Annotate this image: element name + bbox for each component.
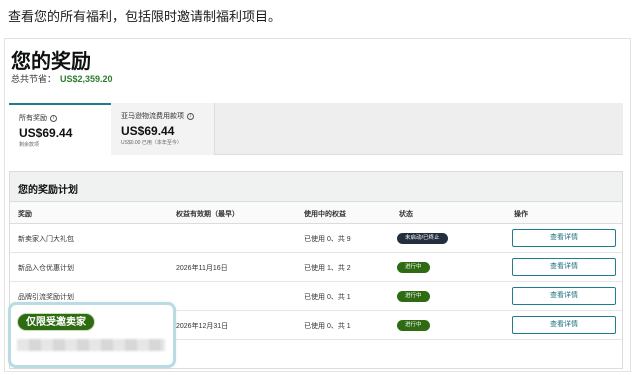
reward-usage: 已使用 1、共 2 [304, 265, 351, 272]
page-title: 您的奖励 [11, 51, 91, 73]
column-header-action: 操作 [514, 211, 528, 218]
reward-usage: 已使用 0、共 9 [304, 236, 351, 243]
reward-name: 品牌引流奖励计划 [18, 294, 74, 301]
invite-only-badge: 仅限受邀卖家 [17, 313, 95, 331]
info-icon[interactable]: i [50, 114, 57, 122]
column-header-usage: 使用中的权益 [304, 211, 346, 218]
tab-fba-fee-credits[interactable]: 亚马逊物流费用款项 i US$69.44 US$0.00 已用（本年至今） [111, 103, 215, 155]
reward-usage: 已使用 0、共 1 [304, 294, 351, 301]
status-badge: 未启动/已终止 [397, 233, 448, 244]
table-header: 奖励 权益有效期（最早） 使用中的权益 状态 操作 [10, 202, 622, 224]
column-header-validity: 权益有效期（最早） [176, 211, 239, 218]
tab-fba-fee-credits-label: 亚马逊物流费用款项 [121, 113, 184, 120]
tab-all-rewards-sub: 剩余款项 [19, 142, 40, 148]
rewards-tabs: 所有奖励 i US$69.44 剩余款项 亚马逊物流费用款项 i US$69.44 … [9, 103, 623, 155]
total-savings: 总共节省： US$2,359.20 [11, 72, 113, 85]
reward-name: 新品入仓优惠计划 [18, 265, 74, 272]
tab-fba-fee-credits-sub: US$0.00 已用（本年至今） [121, 140, 182, 146]
status-badge: 进行中 [397, 320, 430, 331]
view-details-button[interactable]: 查看详情 [512, 229, 616, 247]
reward-plans-header: 您的奖励计划 [10, 172, 622, 202]
column-header-status: 状态 [399, 211, 413, 218]
tab-all-rewards[interactable]: 所有奖励 i US$69.44 剩余款项 [9, 103, 111, 155]
blurred-text [17, 339, 165, 351]
savings-label: 总共节省： [11, 74, 57, 84]
reward-validity: 2026年11月16日 [176, 265, 228, 272]
table-row: 新品入仓优惠计划 2026年11月16日 已使用 1、共 2 进行中 查看详情 [10, 253, 622, 282]
tab-fba-fee-credits-amount: US$69.44 [121, 124, 175, 138]
table-row: 新卖家入门大礼包 已使用 0、共 9 未启动/已终止 查看详情 [10, 224, 622, 253]
view-details-button[interactable]: 查看详情 [512, 258, 616, 276]
page-caption: 查看您的所有福利，包括限时邀请制福利项目。 [8, 9, 282, 24]
tab-all-rewards-amount: US$69.44 [19, 126, 73, 140]
tab-all-rewards-label: 所有奖励 [19, 115, 47, 122]
reward-validity: 2026年12月31日 [176, 323, 229, 330]
info-icon[interactable]: i [187, 112, 194, 120]
column-header-reward: 奖励 [18, 211, 32, 218]
reward-plans-title: 您的奖励计划 [18, 185, 78, 196]
status-badge: 进行中 [397, 291, 430, 302]
invite-only-callout: 仅限受邀卖家 [8, 302, 176, 368]
reward-name: 新卖家入门大礼包 [18, 236, 74, 243]
status-badge: 进行中 [397, 262, 430, 273]
reward-usage: 已使用 0、共 1 [304, 323, 351, 330]
view-details-button[interactable]: 查看详情 [512, 287, 616, 305]
view-details-button[interactable]: 查看详情 [512, 316, 616, 334]
savings-amount: US$2,359.20 [60, 74, 113, 84]
